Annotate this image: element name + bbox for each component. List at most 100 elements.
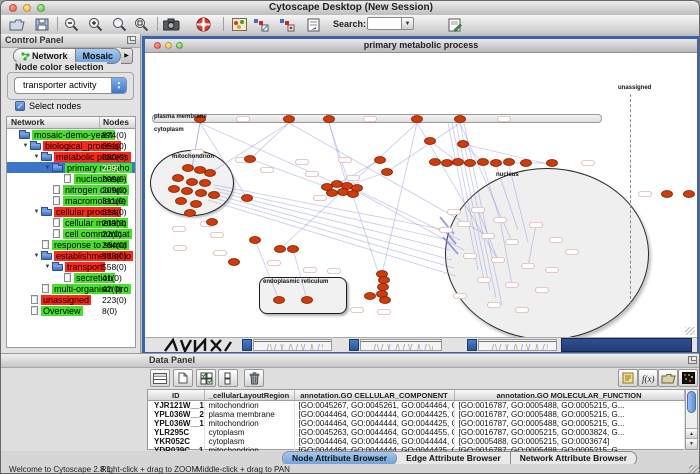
network-node[interactable] (275, 246, 286, 253)
network-name[interactable]: transport (65, 262, 105, 272)
network-node[interactable] (288, 246, 299, 253)
table-cell[interactable]: cytoplasm (204, 428, 294, 437)
search-input[interactable] (367, 17, 401, 30)
tree-row[interactable]: mosaic-demo-yeast874(0) (7, 129, 135, 140)
expand-triangle-icon[interactable]: ▼ (43, 165, 52, 171)
table-cell[interactable]: [GO:0045267, GO:0045261, GO:0044464, G..… (294, 401, 454, 411)
table-cell[interactable]: [GO:0016787, GO:0005488, GO:0005215, G..… (454, 419, 684, 428)
table-cell[interactable]: [GO:0016787, GO:0005215, GO:0003824, G..… (454, 428, 684, 437)
tree-row[interactable]: cell communicat22(0) (7, 228, 135, 239)
table-cell[interactable]: [GO:0044464, GO:0044444, GO:0044425, G..… (294, 419, 454, 428)
select-nodes-checkbox[interactable]: ✓ (15, 101, 25, 111)
zoom-fit-button[interactable] (109, 16, 129, 33)
scrollbar-thumb[interactable] (687, 391, 696, 413)
network-node[interactable] (378, 284, 389, 291)
network-name[interactable]: unassigned (41, 295, 91, 305)
network-node[interactable] (242, 195, 253, 202)
float-panel-icon[interactable] (688, 356, 697, 364)
minimized-window-thumb[interactable] (253, 339, 332, 351)
table-scrollbar[interactable]: ▲ ▼ (685, 389, 698, 450)
search-config-button[interactable] (445, 16, 465, 33)
scroll-down-icon[interactable]: ▼ (686, 438, 697, 449)
expand-triangle-icon[interactable]: ▼ (32, 209, 41, 215)
network-node[interactable] (478, 159, 489, 166)
tree-row[interactable]: multi-organism pro42(0) (7, 283, 135, 294)
expand-triangle-icon[interactable]: ▼ (32, 253, 41, 259)
minimized-window-thumb[interactable] (360, 339, 442, 351)
float-panel-icon[interactable] (127, 36, 136, 44)
canvas-resize-grip[interactable] (685, 327, 695, 335)
network-node[interactable] (425, 138, 436, 145)
snapshot-button[interactable] (161, 16, 181, 33)
network-node[interactable] (375, 157, 386, 164)
notes-button[interactable] (618, 369, 638, 387)
network-node[interactable] (327, 190, 338, 197)
column-header[interactable]: _cellularLayoutRegion (204, 390, 294, 401)
network-node[interactable] (205, 170, 216, 177)
table-cell[interactable]: YJR121W__1 (148, 401, 204, 411)
table-cell[interactable]: [GO:0044464, GO:0044446, GO:0044444, G..… (294, 437, 454, 446)
network-node[interactable] (187, 179, 198, 186)
open-session-button[interactable] (7, 16, 27, 33)
network-node[interactable] (182, 188, 193, 195)
network-node[interactable] (365, 293, 376, 300)
network-node[interactable] (348, 191, 359, 198)
table-cell[interactable]: [GO:0005488, GO:0005215, GO:0003674] (454, 437, 684, 446)
combo-stepper-icon[interactable]: ▲▼ (111, 78, 126, 93)
tree-row[interactable]: nitrogen compo209(0) (7, 184, 135, 195)
expand-triangle-icon[interactable]: ▼ (21, 143, 30, 149)
tree-row[interactable]: response to stimul264(0) (7, 239, 135, 250)
network-canvas[interactable]: plasma membrane cytoplasm mitochondrion … (145, 53, 697, 337)
table-cell[interactable]: [GO:0016787, GO:0005488, GO:0005215, G..… (454, 410, 684, 419)
network-node[interactable] (200, 180, 211, 187)
import-attributes-button[interactable] (658, 369, 678, 387)
tree-row[interactable]: ▼biological_process651(0) (7, 140, 135, 151)
table-cell[interactable]: YKR052C (148, 437, 204, 446)
tree-row[interactable]: ▼metabolic process280(0) (7, 151, 135, 162)
expand-triangle-icon[interactable]: ▼ (43, 264, 52, 270)
tree-row[interactable]: macromolecule311(0) (7, 195, 135, 206)
tree-row[interactable]: ▼transport558(0) (7, 261, 135, 272)
tree-row[interactable]: unassigned223(0) (7, 294, 135, 305)
table-cell[interactable]: [GO:0045263, GO:0044464, GO:0044455, G..… (294, 428, 454, 437)
minimized-window-thumb[interactable] (478, 339, 557, 351)
network-frame-titlebar[interactable]: primary metabolic process (145, 39, 697, 53)
delete-attribute-button[interactable] (244, 369, 264, 387)
search-dropdown-button[interactable]: ▼ (401, 17, 414, 30)
network-node[interactable] (324, 116, 335, 123)
network-node[interactable] (176, 198, 187, 205)
table-cell[interactable]: cytoplasm (204, 437, 294, 446)
tab-overflow-arrow[interactable]: ▶ (121, 48, 133, 64)
annotation-button[interactable] (303, 16, 323, 33)
table-row[interactable]: YJR121W__1mitochondrion[GO:0045267, GO:0… (148, 401, 684, 411)
network-node[interactable] (379, 277, 390, 284)
table-cell[interactable]: YPL036W__1 (148, 419, 204, 428)
zoom-region-button[interactable] (131, 16, 151, 33)
network-node[interactable] (521, 160, 532, 167)
network-node[interactable] (284, 116, 295, 123)
network-node[interactable] (465, 160, 476, 167)
app-titlebar[interactable]: Cytoscape Desktop (New Session) (1, 1, 700, 16)
network-node[interactable] (380, 297, 391, 304)
table-cell[interactable]: mitochondrion (204, 401, 294, 411)
save-session-button[interactable] (32, 16, 52, 33)
select-attributes-button[interactable] (196, 369, 216, 387)
network-node[interactable] (191, 201, 202, 208)
vizmapper-button[interactable] (229, 16, 249, 33)
network-node[interactable] (302, 297, 313, 304)
network-node[interactable] (684, 191, 695, 198)
network-node[interactable] (332, 181, 343, 188)
column-header[interactable]: ID (148, 390, 204, 401)
table-row[interactable]: YLR295Ccytoplasm[GO:0045263, GO:0044464,… (148, 428, 684, 437)
network-node[interactable] (195, 167, 206, 174)
network-node[interactable] (250, 237, 261, 244)
column-header[interactable]: annotation.GO MOLECULAR_FUNCTION (454, 390, 684, 401)
tree-row[interactable]: ▼cellular process614(0) (7, 206, 135, 217)
network-node[interactable] (209, 192, 220, 199)
table-cell[interactable]: plasma membrane (204, 410, 294, 419)
table-row[interactable]: YKR052Ccytoplasm[GO:0044464, GO:0044446,… (148, 437, 684, 446)
tree-col-nodes[interactable]: Nodes (103, 117, 129, 127)
minimized-window-icon[interactable] (242, 339, 252, 351)
network-node[interactable] (173, 175, 184, 182)
edge-bypass-button[interactable] (277, 16, 297, 33)
